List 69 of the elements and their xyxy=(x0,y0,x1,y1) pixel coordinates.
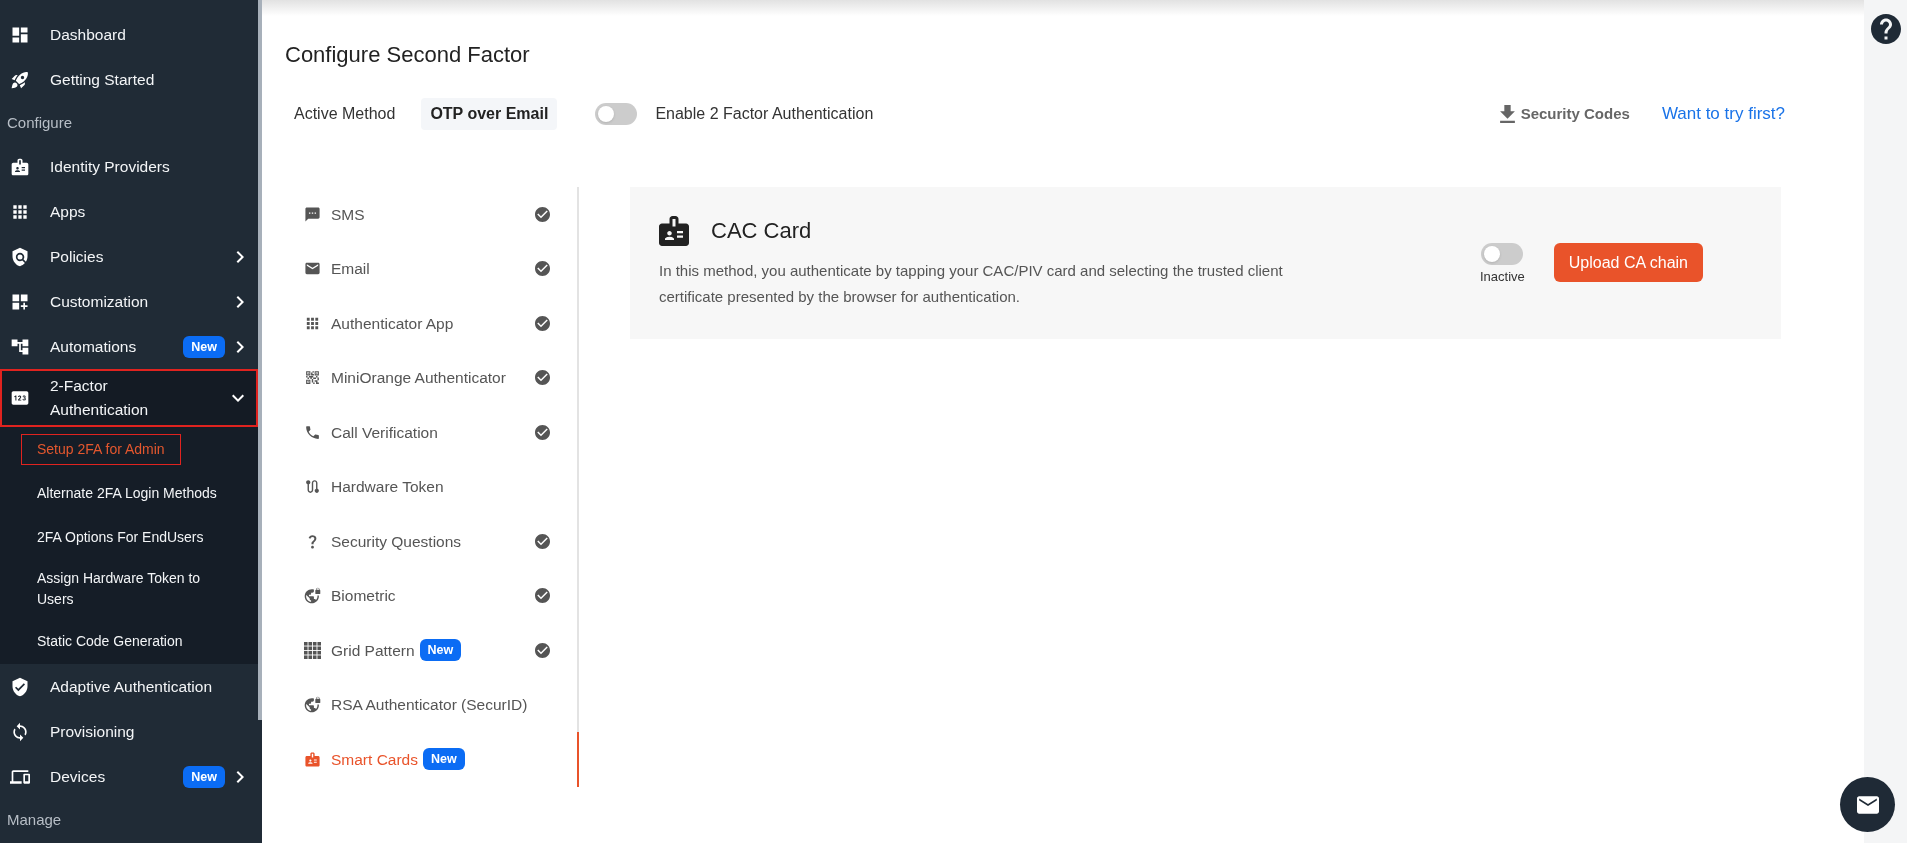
route-icon xyxy=(304,478,321,496)
page-title: Configure Second Factor xyxy=(285,41,531,69)
id-badge-icon xyxy=(304,750,321,768)
nav-item[interactable]: Customization xyxy=(0,279,258,324)
toggle-switch[interactable] xyxy=(1481,243,1524,265)
method-item[interactable]: MiniOrange Authenticator xyxy=(300,350,579,405)
sync-icon xyxy=(10,721,30,742)
method-item[interactable]: SMS xyxy=(300,187,579,242)
id-badge-icon xyxy=(659,216,689,246)
card-title: CAC Card xyxy=(711,217,812,245)
section-heading: Configure xyxy=(6,112,74,133)
method-item[interactable]: Security Questions xyxy=(300,514,579,569)
new-badge: New xyxy=(419,639,462,662)
nav-item[interactable]: Adaptive Authentication xyxy=(0,664,258,709)
nav-item[interactable]: Apps xyxy=(0,189,258,234)
chevron-right-icon[interactable] xyxy=(235,339,245,354)
rocket-icon xyxy=(10,69,30,90)
scrollbar[interactable] xyxy=(258,0,262,720)
new-badge: New xyxy=(183,765,225,788)
shield-search-icon xyxy=(10,246,30,267)
method-item[interactable]: Email xyxy=(300,241,579,296)
chevron-right-icon[interactable] xyxy=(235,769,245,784)
phone-icon xyxy=(304,423,321,441)
security-codes-button[interactable]: Security Codes xyxy=(1499,102,1630,126)
method-item[interactable]: Smart Cards New xyxy=(300,732,579,787)
submenu-item[interactable]: 2FA Options For EndUsers xyxy=(21,521,220,553)
nav-item[interactable]: 2-Factor Authentication xyxy=(0,369,258,427)
submenu-item[interactable]: Setup 2FA for Admin xyxy=(21,433,181,465)
method-item[interactable]: RSA Authenticator (SecurID) xyxy=(300,677,579,732)
nav-item[interactable]: Automations New xyxy=(0,324,258,369)
numbers-icon xyxy=(10,388,30,408)
active-method-value: OTP over Email xyxy=(421,98,558,130)
globe-lock-icon xyxy=(304,587,321,605)
shield-check-icon xyxy=(10,676,30,697)
nav-item[interactable]: Dashboard xyxy=(0,12,258,57)
id-badge-icon xyxy=(10,156,30,177)
upload-button[interactable]: Upload CA chain xyxy=(1553,243,1703,282)
chevron-down-icon[interactable] xyxy=(231,393,245,403)
globe-lock-icon xyxy=(304,696,321,714)
submenu-item[interactable]: Static Code Generation xyxy=(21,625,199,657)
chat-bubble-icon xyxy=(304,205,321,223)
method-item[interactable]: Authenticator App xyxy=(300,296,579,351)
nav-item[interactable]: Getting Started xyxy=(0,57,258,102)
toggle-switch[interactable] xyxy=(595,103,638,125)
active-method-label: Active Method xyxy=(294,104,396,124)
method-item[interactable]: Biometric xyxy=(300,568,579,623)
new-badge: New xyxy=(423,748,465,771)
qr-code-icon xyxy=(304,369,321,387)
status-label: Inactive xyxy=(1480,268,1525,286)
section-heading: Manage xyxy=(6,809,63,830)
grid-icon xyxy=(304,641,321,659)
toggle-label: Enable 2 Factor Authentication xyxy=(655,104,874,124)
chevron-right-icon[interactable] xyxy=(235,294,245,309)
nav-item[interactable]: Provisioning xyxy=(0,709,258,754)
nav-item[interactable]: Devices New xyxy=(0,754,258,799)
method-item[interactable]: Call Verification xyxy=(300,405,579,460)
method-item[interactable]: Grid Pattern New xyxy=(300,623,579,678)
submenu-item[interactable]: Assign Hardware Token to Users xyxy=(21,563,243,615)
nav-item[interactable]: Identity Providers xyxy=(0,144,258,189)
new-badge: New xyxy=(183,335,225,358)
help-icon[interactable] xyxy=(1870,14,1901,44)
submenu-item[interactable]: Alternate 2FA Login Methods xyxy=(21,477,233,509)
chevron-right-icon[interactable] xyxy=(235,249,245,264)
try-first-link[interactable]: Want to try first? xyxy=(1661,101,1785,127)
card-description: In this method, you authenticate by tapping your CAC/PIV card and selecting the trusted client certificate presented by the browser for authentication. xyxy=(659,261,1284,307)
nav-item[interactable]: Policies xyxy=(0,234,258,279)
method-item[interactable]: Hardware Token xyxy=(300,459,579,514)
download-icon xyxy=(1499,104,1515,124)
mail-icon xyxy=(1856,795,1879,814)
